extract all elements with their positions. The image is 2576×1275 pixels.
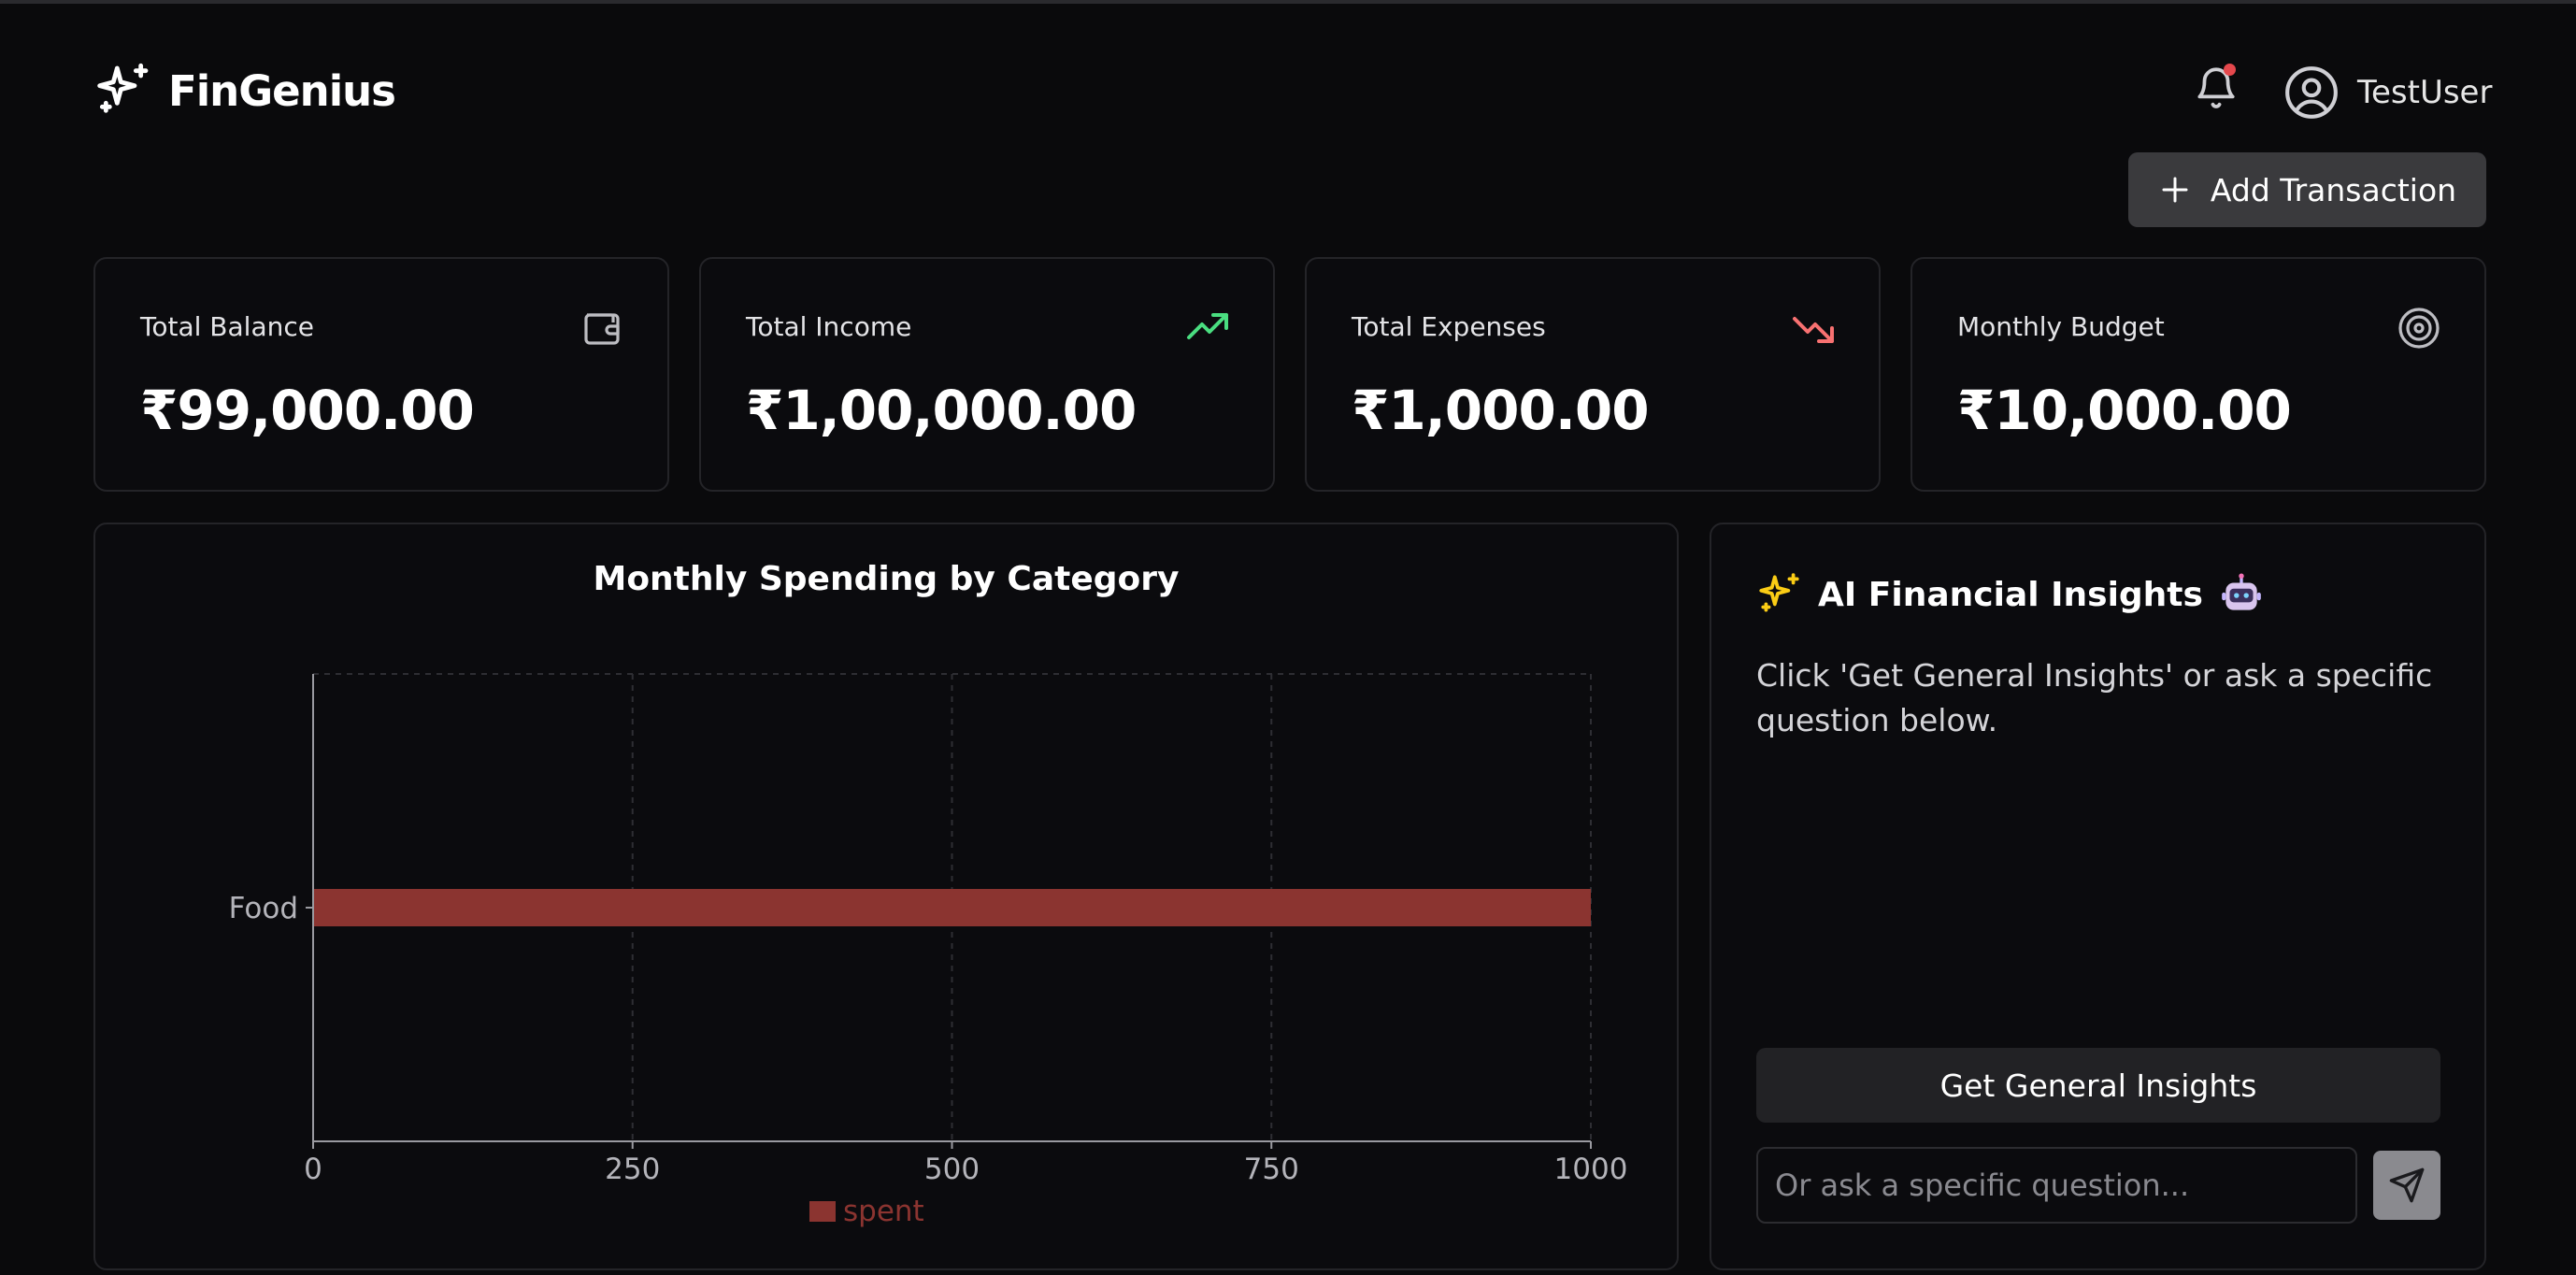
x-tick-label: 750 bbox=[1244, 1153, 1299, 1186]
robot-icon bbox=[2222, 573, 2261, 610]
add-transaction-label: Add Transaction bbox=[2210, 171, 2457, 208]
insights-title: AI Financial Insights bbox=[1818, 575, 2203, 614]
insights-header: AI Financial Insights bbox=[1756, 571, 2265, 618]
card-label: Total Expenses bbox=[1352, 311, 1546, 342]
legend-swatch bbox=[809, 1201, 836, 1222]
x-tick-label: 500 bbox=[924, 1153, 980, 1186]
card-value: ₹99,000.00 bbox=[140, 379, 475, 442]
notifications-button[interactable] bbox=[2193, 62, 2240, 112]
brand-name: FinGenius bbox=[168, 65, 396, 116]
notification-dot bbox=[2224, 64, 2236, 76]
x-tick-label: 250 bbox=[605, 1153, 660, 1186]
user-circle-icon bbox=[2285, 66, 2338, 119]
monthly-budget-card: Monthly Budget ₹10,000.00 bbox=[1911, 257, 2486, 492]
total-expenses-card: Total Expenses ₹1,000.00 bbox=[1305, 257, 1881, 492]
spending-chart-panel: Monthly Spending by Category Food 0 250 500… bbox=[93, 523, 1679, 1270]
window-top-border bbox=[0, 0, 2576, 4]
user-name: TestUser bbox=[2357, 74, 2493, 111]
trending-up-icon bbox=[1187, 313, 1228, 339]
total-balance-card: Total Balance ₹99,000.00 bbox=[93, 257, 669, 492]
get-general-insights-button[interactable]: Get General Insights bbox=[1756, 1048, 2440, 1123]
wallet-icon bbox=[584, 313, 620, 345]
plus-icon bbox=[2162, 177, 2188, 203]
user-menu[interactable]: TestUser bbox=[2283, 62, 2492, 123]
trending-down-icon bbox=[1793, 317, 1834, 343]
card-label: Monthly Budget bbox=[1957, 311, 2165, 342]
sparkles-icon bbox=[1759, 573, 1799, 612]
card-value: ₹1,00,000.00 bbox=[746, 379, 1137, 442]
card-value: ₹1,000.00 bbox=[1352, 379, 1650, 442]
ai-insights-panel: AI Financial Insights Click 'Get General… bbox=[1710, 523, 2486, 1270]
send-icon bbox=[2389, 1168, 2425, 1203]
question-input[interactable] bbox=[1756, 1147, 2357, 1224]
y-tick-label: Food bbox=[229, 892, 298, 925]
card-value: ₹10,000.00 bbox=[1957, 379, 2292, 442]
legend-label: spent bbox=[843, 1195, 924, 1228]
brand-logo[interactable]: FinGenius bbox=[93, 60, 396, 122]
chart-bar bbox=[313, 889, 1591, 926]
card-label: Total Income bbox=[746, 311, 912, 342]
insights-description: Click 'Get General Insights' or ask a sp… bbox=[1756, 657, 2433, 738]
spending-chart: Food 0 250 500 750 1000 spent bbox=[229, 673, 1628, 1228]
x-tick-label: 0 bbox=[304, 1153, 322, 1186]
x-tick-label: 1000 bbox=[1554, 1153, 1628, 1186]
total-income-card: Total Income ₹1,00,000.00 bbox=[699, 257, 1275, 492]
send-question-button[interactable] bbox=[2373, 1151, 2440, 1220]
target-icon bbox=[2398, 308, 2440, 349]
card-label: Total Balance bbox=[140, 311, 314, 342]
sparkles-icon bbox=[97, 63, 149, 113]
add-transaction-button[interactable]: Add Transaction bbox=[2128, 152, 2486, 227]
